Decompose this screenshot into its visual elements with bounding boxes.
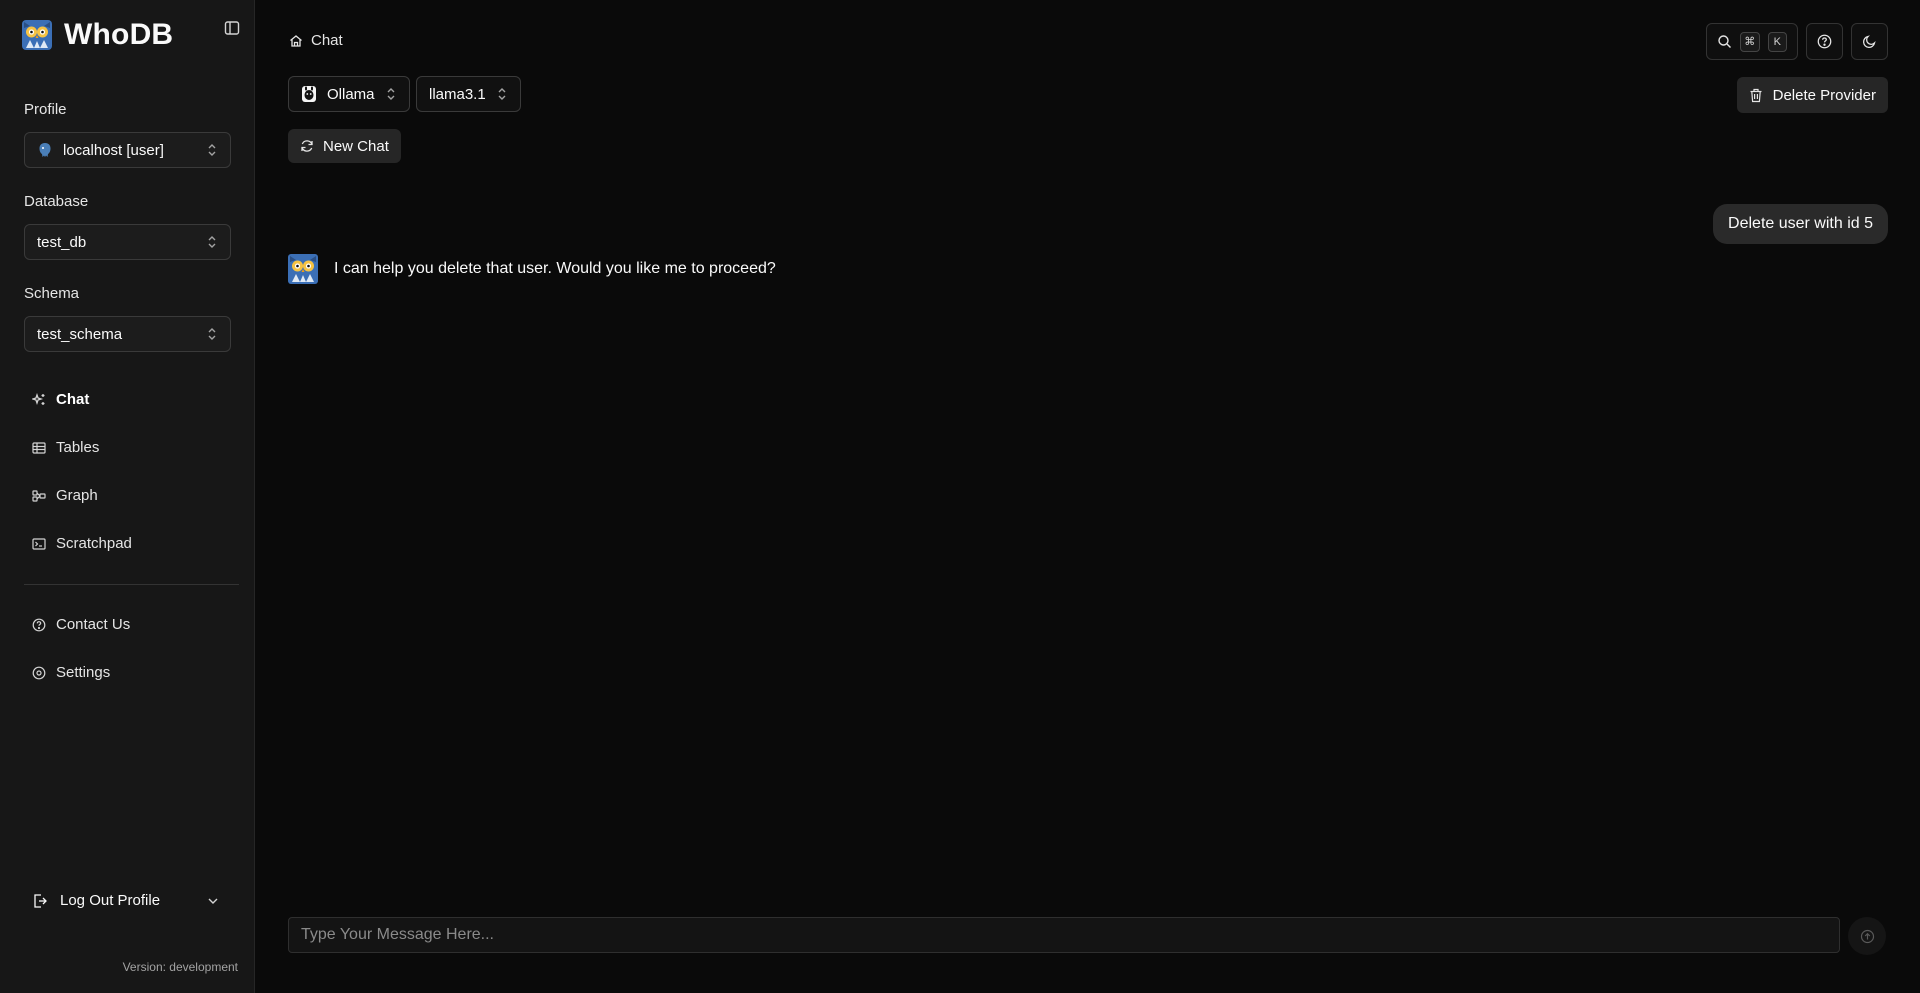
logout-profile-button[interactable]: Log Out Profile <box>32 892 220 909</box>
chevrons-up-down-icon <box>496 87 508 101</box>
profile-value: localhost [user] <box>63 141 164 159</box>
sidebar-item-settings[interactable]: Settings <box>32 664 110 681</box>
sidebar-divider <box>24 584 239 585</box>
assistant-avatar-icon <box>288 254 318 284</box>
sidebar-item-label: Graph <box>56 487 98 504</box>
ollama-icon <box>301 85 317 103</box>
kbd-k: K <box>1767 31 1787 52</box>
version-text: Version: development <box>122 960 238 974</box>
graph-icon <box>32 489 46 503</box>
help-circle-icon <box>32 618 46 632</box>
sidebar-item-label: Contact Us <box>56 616 131 633</box>
send-arrow-icon <box>1860 929 1875 944</box>
table-icon <box>32 441 46 455</box>
sidebar-item-label: Settings <box>56 664 111 681</box>
sidebar: WhoDB Profile localhost [user] Database … <box>0 0 255 993</box>
owl-logo-icon <box>22 20 52 50</box>
sidebar-item-graph[interactable]: Graph <box>32 487 98 504</box>
sidebar-item-scratchpad[interactable]: Scratchpad <box>32 535 132 552</box>
command-search-button[interactable]: ⌘ K <box>1706 23 1798 60</box>
provider-select[interactable]: Ollama <box>288 76 410 112</box>
home-icon <box>289 34 303 48</box>
database-value: test_db <box>37 233 87 251</box>
postgres-icon <box>37 142 53 158</box>
sidebar-item-label: Scratchpad <box>56 535 132 552</box>
profile-select[interactable]: localhost [user] <box>24 132 231 168</box>
new-chat-label: New Chat <box>323 137 389 155</box>
message-composer <box>288 917 1840 953</box>
schema-select[interactable]: test_schema <box>24 316 231 352</box>
chevrons-up-down-icon <box>385 87 397 101</box>
search-icon <box>1717 34 1732 49</box>
theme-toggle-button[interactable] <box>1851 23 1888 60</box>
sidebar-item-chat[interactable]: Chat <box>32 391 89 408</box>
chevron-down-icon <box>206 894 220 908</box>
brand[interactable]: WhoDB <box>22 18 173 52</box>
chevrons-up-down-icon <box>206 327 218 341</box>
breadcrumb-current: Chat <box>311 32 343 49</box>
schema-value: test_schema <box>37 325 123 343</box>
model-value: llama3.1 <box>429 85 486 103</box>
help-button[interactable] <box>1806 23 1843 60</box>
logout-label: Log Out Profile <box>60 892 161 909</box>
chevrons-up-down-icon <box>206 235 218 249</box>
sidebar-item-label: Tables <box>56 439 100 456</box>
top-actions: ⌘ K <box>1706 23 1888 60</box>
user-message: Delete user with id 5 <box>1713 204 1888 244</box>
schema-label: Schema <box>24 285 80 302</box>
delete-provider-button[interactable]: Delete Provider <box>1736 77 1888 113</box>
assistant-message-text: I can help you delete that user. Would y… <box>334 260 776 277</box>
message-input[interactable] <box>289 918 1839 952</box>
database-select[interactable]: test_db <box>24 224 231 260</box>
assistant-message: I can help you delete that user. Would y… <box>288 254 776 284</box>
sidebar-item-tables[interactable]: Tables <box>32 439 99 456</box>
help-circle-icon <box>1817 34 1832 49</box>
user-message-text: Delete user with id 5 <box>1728 215 1873 232</box>
logout-icon <box>32 893 48 909</box>
terminal-icon <box>32 537 46 551</box>
model-select[interactable]: llama3.1 <box>416 76 521 112</box>
send-button[interactable] <box>1848 917 1886 955</box>
delete-provider-label: Delete Provider <box>1772 86 1876 104</box>
breadcrumb[interactable]: Chat <box>289 32 343 49</box>
chevrons-up-down-icon <box>206 143 218 157</box>
sidebar-toggle-icon[interactable] <box>224 20 242 38</box>
kbd-cmd: ⌘ <box>1740 31 1760 52</box>
refresh-icon <box>300 139 314 153</box>
provider-value: Ollama <box>327 85 375 103</box>
sparkles-icon <box>32 392 46 407</box>
trash-icon <box>1749 88 1763 103</box>
brand-name: WhoDB <box>64 18 174 51</box>
new-chat-button[interactable]: New Chat <box>288 129 401 163</box>
moon-icon <box>1862 34 1877 49</box>
sidebar-item-label: Chat <box>56 391 90 408</box>
settings-icon <box>32 666 46 680</box>
database-label: Database <box>24 193 89 210</box>
profile-label: Profile <box>24 101 67 118</box>
sidebar-item-contact-us[interactable]: Contact Us <box>32 616 130 633</box>
